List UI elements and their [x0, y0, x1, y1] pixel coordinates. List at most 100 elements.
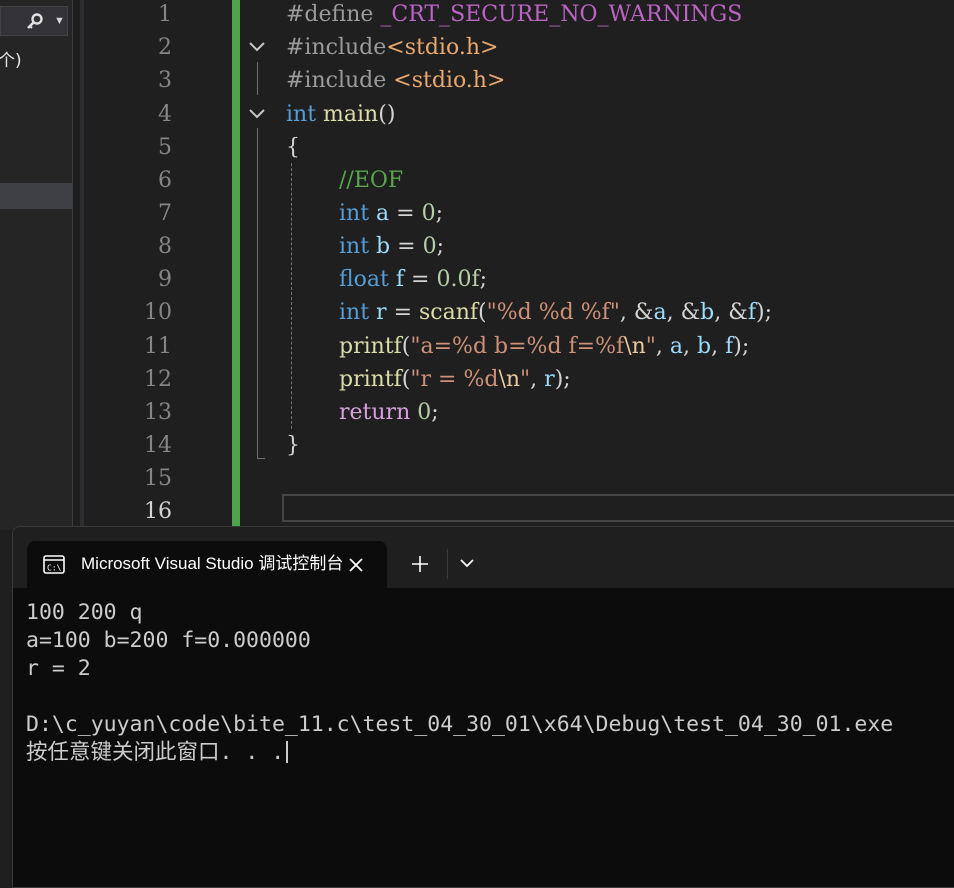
variable-token: r [376, 300, 387, 325]
code-line-8: int b = 0; [339, 230, 444, 263]
line-number: 10 [144, 300, 172, 325]
line-number: 9 [158, 267, 172, 292]
control-keyword-token: return [339, 400, 411, 425]
code-editor[interactable]: 1 2 3 4 5 6 7 8 9 10 11 12 13 14 15 16 #… [84, 0, 954, 530]
indent-guide [291, 163, 292, 429]
variable-token: b [697, 334, 712, 359]
code-line-12: printf("r = %d\n", r); [339, 363, 571, 396]
macro-token: _CRT_SECURE_NO_WARNINGS [380, 2, 743, 27]
variable-token: f [395, 267, 405, 292]
string-token: " [645, 334, 656, 359]
function-token: printf [339, 334, 402, 359]
brace-token: { [286, 135, 300, 160]
change-tracking-bar [232, 0, 240, 528]
function-token: printf [339, 367, 402, 392]
console-tab-bar: C:\ Microsoft Visual Studio 调试控制台 [13, 527, 954, 588]
number-token: 0.0f [436, 267, 480, 292]
variable-token: r [544, 367, 555, 392]
punctuation-token: () [378, 102, 396, 127]
punctuation-token: , & [714, 300, 748, 325]
selected-tree-item[interactable] [0, 183, 72, 209]
code-line-2: #include<stdio.h> [286, 31, 498, 64]
code-line-10: int r = scanf("%d %d %f", &a, &b, &f); [339, 296, 772, 329]
preprocessor-token: #include [286, 35, 387, 60]
console-tab[interactable]: C:\ Microsoft Visual Studio 调试控制台 [27, 541, 387, 588]
keyword-token: int [339, 300, 370, 325]
console-line: a=100 b=200 f=0.000000 [26, 628, 311, 653]
comment-token: //EOF [339, 168, 404, 193]
preprocessor-token: #include [286, 68, 394, 93]
debug-console-window[interactable]: C:\ Microsoft Visual Studio 调试控制台 100 20… [12, 526, 954, 888]
collapse-chevron-icon[interactable] [248, 40, 266, 54]
tab-bar-separator [447, 549, 448, 579]
line-number: 11 [144, 334, 172, 359]
punctuation-token: , [655, 334, 670, 359]
punctuation-token: , & [619, 300, 654, 325]
punctuation-token: ( [478, 300, 487, 325]
punctuation-token: , [711, 334, 726, 359]
solution-explorer-search-box[interactable]: ▼ [0, 6, 68, 36]
code-line-13: return 0; [339, 396, 439, 429]
variable-token: a [669, 334, 684, 359]
function-token: scanf [419, 300, 479, 325]
search-options-dropdown-icon[interactable]: ▼ [54, 15, 65, 27]
search-key-icon[interactable] [25, 13, 45, 31]
outline-guide-end [257, 458, 265, 459]
code-line-14: } [286, 429, 300, 462]
punctuation-token: ; [479, 267, 488, 292]
line-number: 15 [144, 466, 172, 491]
line-number: 8 [158, 234, 172, 259]
code-line-11: printf("a=%d b=%d f=%f\n", a, b, f); [339, 330, 749, 363]
outline-guide [257, 62, 258, 95]
console-tab-title: Microsoft Visual Studio 调试控制台 [81, 554, 343, 573]
plus-icon[interactable] [409, 553, 431, 575]
code-line-4: int main() [286, 98, 395, 131]
variable-token: b [376, 234, 391, 259]
solution-item-count: 个) [0, 51, 22, 71]
chevron-down-icon[interactable] [457, 555, 477, 571]
text-cursor [286, 741, 289, 763]
punctuation-token: ); [733, 334, 750, 359]
punctuation-token: , & [666, 300, 701, 325]
function-token: main [323, 102, 379, 127]
code-line-7: int a = 0; [339, 197, 443, 230]
line-number: 12 [144, 367, 172, 392]
number-token: 0 [421, 201, 436, 226]
punctuation-token: ; [435, 201, 444, 226]
terminal-icon: C:\ [43, 555, 65, 574]
code-line-1: #define _CRT_SECURE_NO_WARNINGS [286, 0, 742, 31]
escape-token: \n [624, 334, 646, 359]
line-number: 7 [158, 201, 172, 226]
line-number: 4 [158, 102, 172, 127]
close-icon[interactable] [345, 554, 367, 576]
variable-token: b [700, 300, 715, 325]
punctuation-token: ; [431, 400, 439, 425]
brace-token: } [286, 433, 300, 458]
code-line-6: //EOF [339, 164, 403, 197]
line-number: 13 [144, 400, 172, 425]
variable-token: a [376, 201, 390, 226]
keyword-token: float [339, 267, 389, 292]
keyword-token: int [339, 234, 370, 259]
console-line: r = 2 [26, 656, 91, 681]
code-line-3: #include <stdio.h> [286, 64, 505, 97]
code-line-5: { [286, 131, 300, 164]
console-output[interactable]: 100 200 q a=100 b=200 f=0.000000 r = 2 D… [26, 599, 893, 767]
operator-token: = [390, 234, 423, 259]
collapse-chevron-icon[interactable] [248, 107, 266, 121]
code-line-9: float f = 0.0f; [339, 263, 487, 296]
punctuation-token: ); [554, 367, 571, 392]
string-token: " [520, 367, 531, 392]
line-number: 6 [158, 168, 172, 193]
console-line-prompt: 按任意键关闭此窗口. . . [26, 739, 893, 767]
current-line-highlight[interactable] [282, 494, 954, 522]
variable-token: f [747, 300, 756, 325]
punctuation-token: , [530, 367, 545, 392]
string-token: "%d %d %f" [486, 300, 620, 325]
keyword-token: int [286, 102, 317, 127]
escape-token: \n [498, 367, 521, 392]
line-number: 1 [158, 2, 172, 27]
outline-guide [257, 128, 258, 458]
string-token: "a=%d b=%d f=%f [410, 334, 625, 359]
